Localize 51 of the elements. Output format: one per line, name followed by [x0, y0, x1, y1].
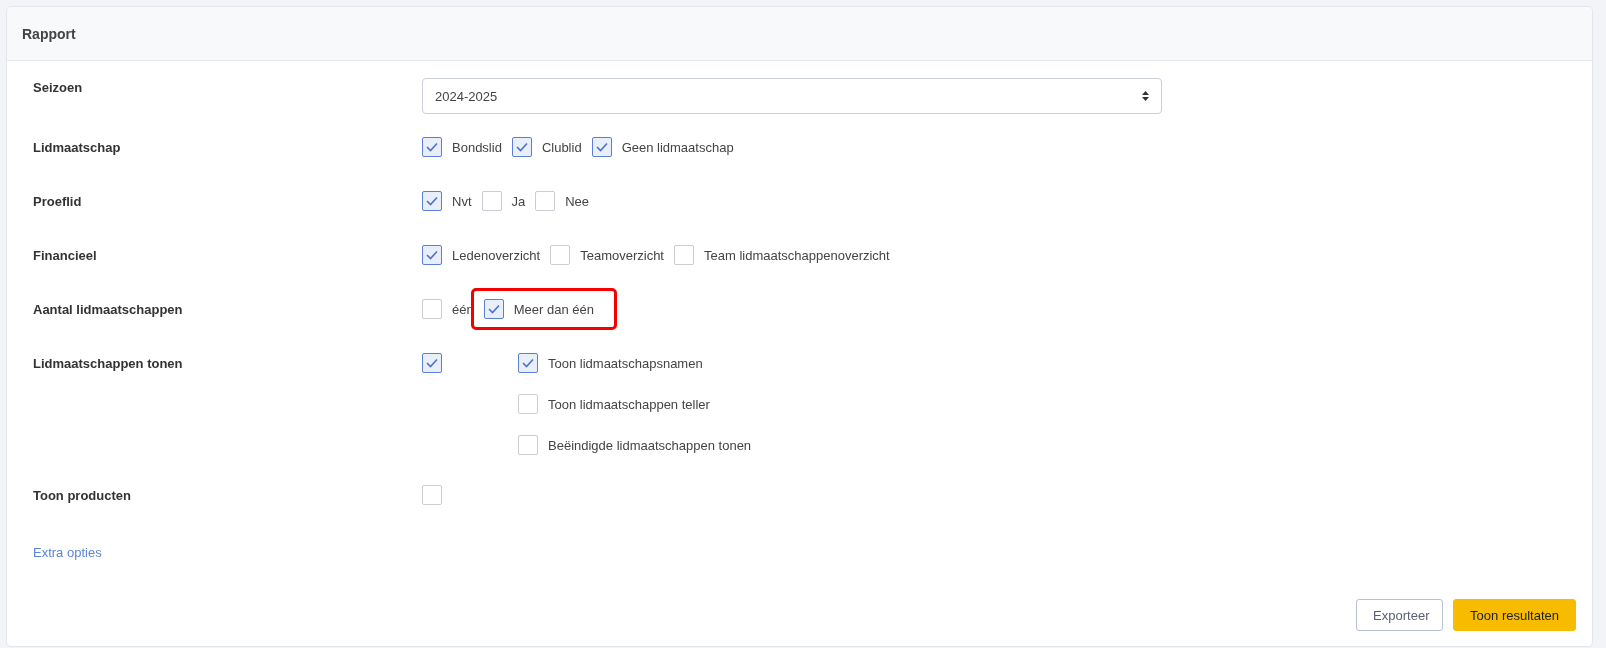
checkbox[interactable] [422, 299, 442, 319]
panel-title: Rapport [22, 25, 76, 42]
checkbox[interactable] [422, 137, 442, 157]
check-icon [522, 358, 534, 368]
field-label: Lidmaatschap [33, 139, 122, 155]
check-icon [426, 142, 438, 152]
option-label[interactable]: Beëindigde lidmaatschappen tonen [548, 437, 752, 453]
check-icon [426, 250, 438, 260]
option-label[interactable]: Toon lidmaatschappen teller [548, 396, 710, 412]
check-icon [515, 142, 528, 152]
export-button[interactable]: Exporteer [1356, 599, 1444, 631]
checkbox[interactable] [483, 299, 504, 319]
option-label[interactable]: Clublid [541, 139, 582, 155]
checkbox[interactable] [535, 191, 556, 211]
check-icon [426, 196, 438, 206]
select-value: 2024-2025 [435, 88, 498, 104]
checkbox[interactable] [518, 394, 538, 414]
checkbox[interactable] [518, 435, 538, 455]
check-icon [426, 358, 438, 368]
option-label[interactable]: Team lidmaatschappenoverzicht [704, 247, 890, 263]
checkbox[interactable] [674, 245, 694, 265]
option-label[interactable]: Nee [565, 193, 590, 209]
option-label[interactable]: Teamoverzicht [580, 247, 664, 263]
field-label: Aantal lidmaatschappen [33, 301, 184, 317]
checkbox[interactable] [422, 353, 442, 373]
option-label[interactable]: Bondslid [452, 139, 502, 155]
check-icon [487, 304, 500, 314]
checkbox[interactable] [511, 137, 532, 157]
sort-caret-icon [1142, 91, 1149, 101]
field-label: Seizoen [33, 79, 84, 95]
option-label[interactable]: Ja [511, 193, 526, 209]
option-label[interactable]: Nvt [452, 193, 472, 209]
field-label: Financieel [33, 247, 98, 263]
checkbox[interactable] [422, 191, 442, 211]
option-label[interactable]: Ledenoverzicht [452, 247, 541, 263]
check-icon [595, 142, 608, 152]
field-label: Toon producten [33, 487, 132, 503]
option-label[interactable]: Geen lidmaatschap [621, 139, 734, 155]
checkbox[interactable] [422, 245, 442, 265]
show-results-button[interactable]: Toon resultaten [1453, 599, 1576, 631]
checkbox[interactable] [550, 245, 571, 265]
field-label: Proeflid [33, 193, 83, 209]
checkbox[interactable] [591, 137, 612, 157]
extra-options-link[interactable]: Extra opties [33, 545, 102, 560]
option-label[interactable]: Toon lidmaatschapsnamen [548, 355, 703, 371]
option-label[interactable]: Meer dan één [513, 301, 594, 317]
checkbox[interactable] [518, 353, 538, 373]
field-label: Lidmaatschappen tonen [33, 355, 184, 371]
checkbox[interactable] [481, 191, 502, 211]
season-select[interactable]: 2024-2025 [422, 78, 1162, 114]
checkbox[interactable] [422, 485, 442, 505]
